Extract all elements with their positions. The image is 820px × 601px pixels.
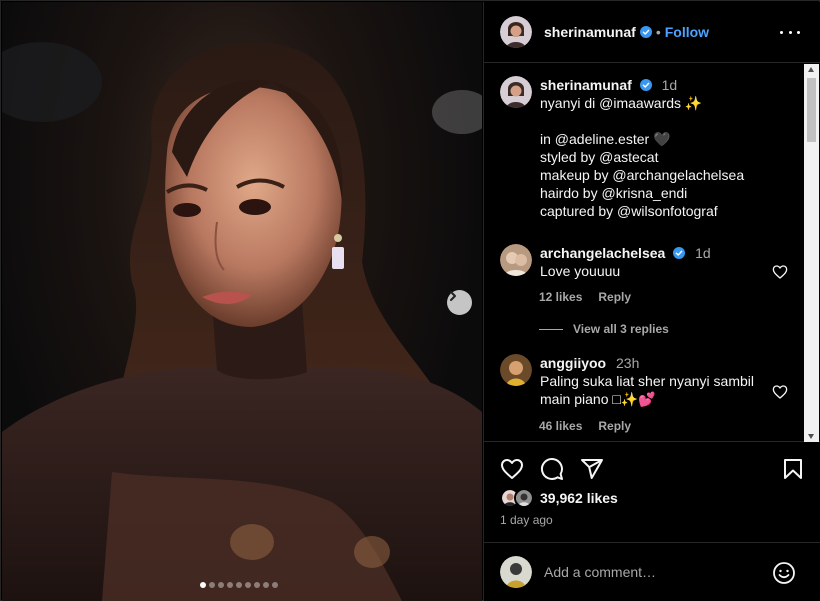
caption-line: styled by @astecat bbox=[540, 149, 659, 165]
current-user-avatar bbox=[500, 556, 532, 588]
carousel-dot bbox=[209, 582, 215, 588]
scroll-up-arrow[interactable] bbox=[808, 67, 814, 72]
caption: sherinamunaf 1d nyanyi di @imaawards ✨ i… bbox=[500, 76, 760, 220]
carousel-dot bbox=[245, 582, 251, 588]
reply-button[interactable]: Reply bbox=[598, 290, 631, 304]
reply-button[interactable]: Reply bbox=[598, 419, 631, 433]
comment-meta: 46 likes Reply bbox=[539, 419, 631, 433]
carousel-dot bbox=[227, 582, 233, 588]
scroll-down-arrow[interactable] bbox=[808, 434, 814, 439]
carousel-dot bbox=[263, 582, 269, 588]
caption-line: captured by @wilsonfotograf bbox=[540, 203, 718, 219]
author-avatar[interactable] bbox=[500, 16, 532, 48]
heart-icon[interactable] bbox=[772, 264, 788, 280]
divider-line bbox=[539, 328, 563, 330]
post-timestamp[interactable]: 1 day ago bbox=[500, 513, 553, 527]
comment-time[interactable]: 1d bbox=[695, 245, 711, 261]
comment-text: Love youuuu bbox=[540, 263, 621, 279]
comments-list[interactable]: sherinamunaf 1d nyanyi di @imaawards ✨ i… bbox=[484, 64, 820, 442]
commenter-avatar[interactable] bbox=[500, 354, 532, 386]
comments-scrollbar[interactable] bbox=[804, 64, 819, 442]
portrait-illustration bbox=[2, 42, 482, 601]
next-slide-button[interactable] bbox=[447, 290, 472, 315]
scroll-thumb[interactable] bbox=[807, 78, 816, 142]
comment-username[interactable]: anggiiyoo bbox=[540, 355, 606, 371]
verified-badge-icon bbox=[639, 79, 652, 91]
view-replies-label: View all 3 replies bbox=[573, 322, 669, 336]
author-username[interactable]: sherinamunaf bbox=[544, 24, 636, 40]
carousel-dot bbox=[200, 582, 206, 588]
comment-icon[interactable] bbox=[540, 457, 564, 481]
liker-avatars bbox=[500, 488, 536, 508]
caption-time[interactable]: 1d bbox=[662, 77, 678, 93]
likes-summary[interactable]: 39,962 likes bbox=[500, 488, 618, 508]
verified-badge-icon bbox=[639, 26, 652, 38]
comment-input[interactable] bbox=[544, 564, 764, 580]
carousel-dot bbox=[236, 582, 242, 588]
post-header: sherinamunaf • Follow bbox=[484, 2, 820, 63]
comment-username[interactable]: archangelachelsea bbox=[540, 245, 665, 261]
share-icon[interactable] bbox=[580, 457, 604, 481]
caption-username[interactable]: sherinamunaf bbox=[540, 77, 632, 93]
comment-time[interactable]: 23h bbox=[616, 355, 639, 371]
caption-line bbox=[540, 112, 760, 130]
likes-count[interactable]: 39,962 likes bbox=[540, 490, 618, 506]
commenter-avatar[interactable] bbox=[500, 244, 532, 276]
comment-likes[interactable]: 12 likes bbox=[539, 290, 582, 304]
liker-avatar bbox=[514, 488, 534, 508]
caption-avatar[interactable] bbox=[500, 76, 532, 108]
carousel-dot bbox=[218, 582, 224, 588]
avatar-image bbox=[500, 16, 532, 48]
action-bar bbox=[500, 457, 805, 481]
comment-meta: 12 likes Reply bbox=[539, 290, 631, 304]
comment-item: anggiiyoo 23h Paling suka liat sher nyan… bbox=[500, 354, 760, 408]
caption-line: nyanyi di @imaawards ✨ bbox=[540, 95, 703, 111]
add-comment-bar bbox=[484, 542, 820, 601]
more-options-button[interactable] bbox=[780, 22, 800, 42]
comment-likes[interactable]: 46 likes bbox=[539, 419, 582, 433]
post-photo[interactable] bbox=[2, 2, 482, 601]
view-replies-button[interactable]: View all 3 replies bbox=[539, 322, 669, 336]
comment-text: Paling suka liat sher nyanyi sambil main… bbox=[540, 373, 754, 407]
follow-button[interactable]: Follow bbox=[665, 24, 709, 40]
caption-line: makeup by @archangelachelsea bbox=[540, 167, 745, 183]
carousel-dot bbox=[254, 582, 260, 588]
comment-item: archangelachelsea 1d Love youuuu bbox=[500, 244, 760, 280]
carousel-dot bbox=[272, 582, 278, 588]
more-icon bbox=[780, 30, 783, 34]
post-sidebar: sherinamunaf • Follow sherinamunaf 1d ny… bbox=[483, 2, 820, 601]
save-icon[interactable] bbox=[781, 457, 805, 481]
heart-icon[interactable] bbox=[500, 457, 524, 481]
separator-dot: • bbox=[655, 24, 661, 40]
post-dialog: sherinamunaf • Follow sherinamunaf 1d ny… bbox=[0, 0, 820, 601]
verified-badge-icon bbox=[673, 247, 686, 259]
carousel-indicator bbox=[200, 582, 278, 588]
chevron-right-icon bbox=[450, 291, 456, 301]
heart-icon[interactable] bbox=[772, 384, 788, 400]
caption-line: hairdo by @krisna_endi bbox=[540, 185, 688, 201]
emoji-icon[interactable] bbox=[772, 561, 796, 585]
caption-line: in @adeline.ester 🖤 bbox=[540, 131, 671, 147]
